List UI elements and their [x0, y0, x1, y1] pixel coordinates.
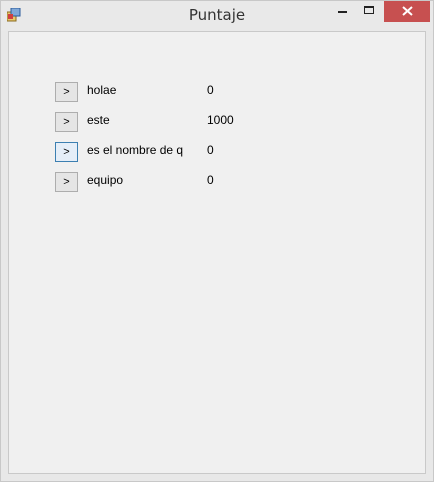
title-bar[interactable]: Puntaje [1, 1, 433, 31]
puntaje-window: Puntaje > holae 0 > este 1000 > es el no… [0, 0, 434, 482]
team-name-label: holae [87, 83, 117, 97]
minimize-button[interactable] [329, 1, 355, 22]
form-client-area: > holae 0 > este 1000 > es el nombre de … [8, 31, 426, 474]
score-row: > equipo 0 [9, 172, 425, 194]
maximize-button[interactable] [356, 1, 382, 22]
minimize-icon [338, 11, 347, 13]
row-button-este[interactable]: > [55, 112, 78, 132]
row-button-equipo[interactable]: > [55, 172, 78, 192]
team-name-label: equipo [87, 173, 124, 187]
score-label: 0 [207, 173, 214, 187]
score-label: 0 [207, 143, 214, 157]
team-name-label: este [87, 113, 110, 127]
close-button[interactable] [384, 1, 430, 22]
row-button-es-el-nombre[interactable]: > [55, 142, 78, 162]
row-button-holae[interactable]: > [55, 82, 78, 102]
team-name-label: es el nombre de q [87, 143, 184, 157]
score-label: 0 [207, 83, 214, 97]
score-label: 1000 [207, 113, 234, 127]
score-row: > este 1000 [9, 112, 425, 134]
maximize-icon [364, 6, 374, 14]
score-row: > es el nombre de q 0 [9, 142, 425, 164]
close-icon [402, 6, 413, 16]
score-row: > holae 0 [9, 82, 425, 104]
